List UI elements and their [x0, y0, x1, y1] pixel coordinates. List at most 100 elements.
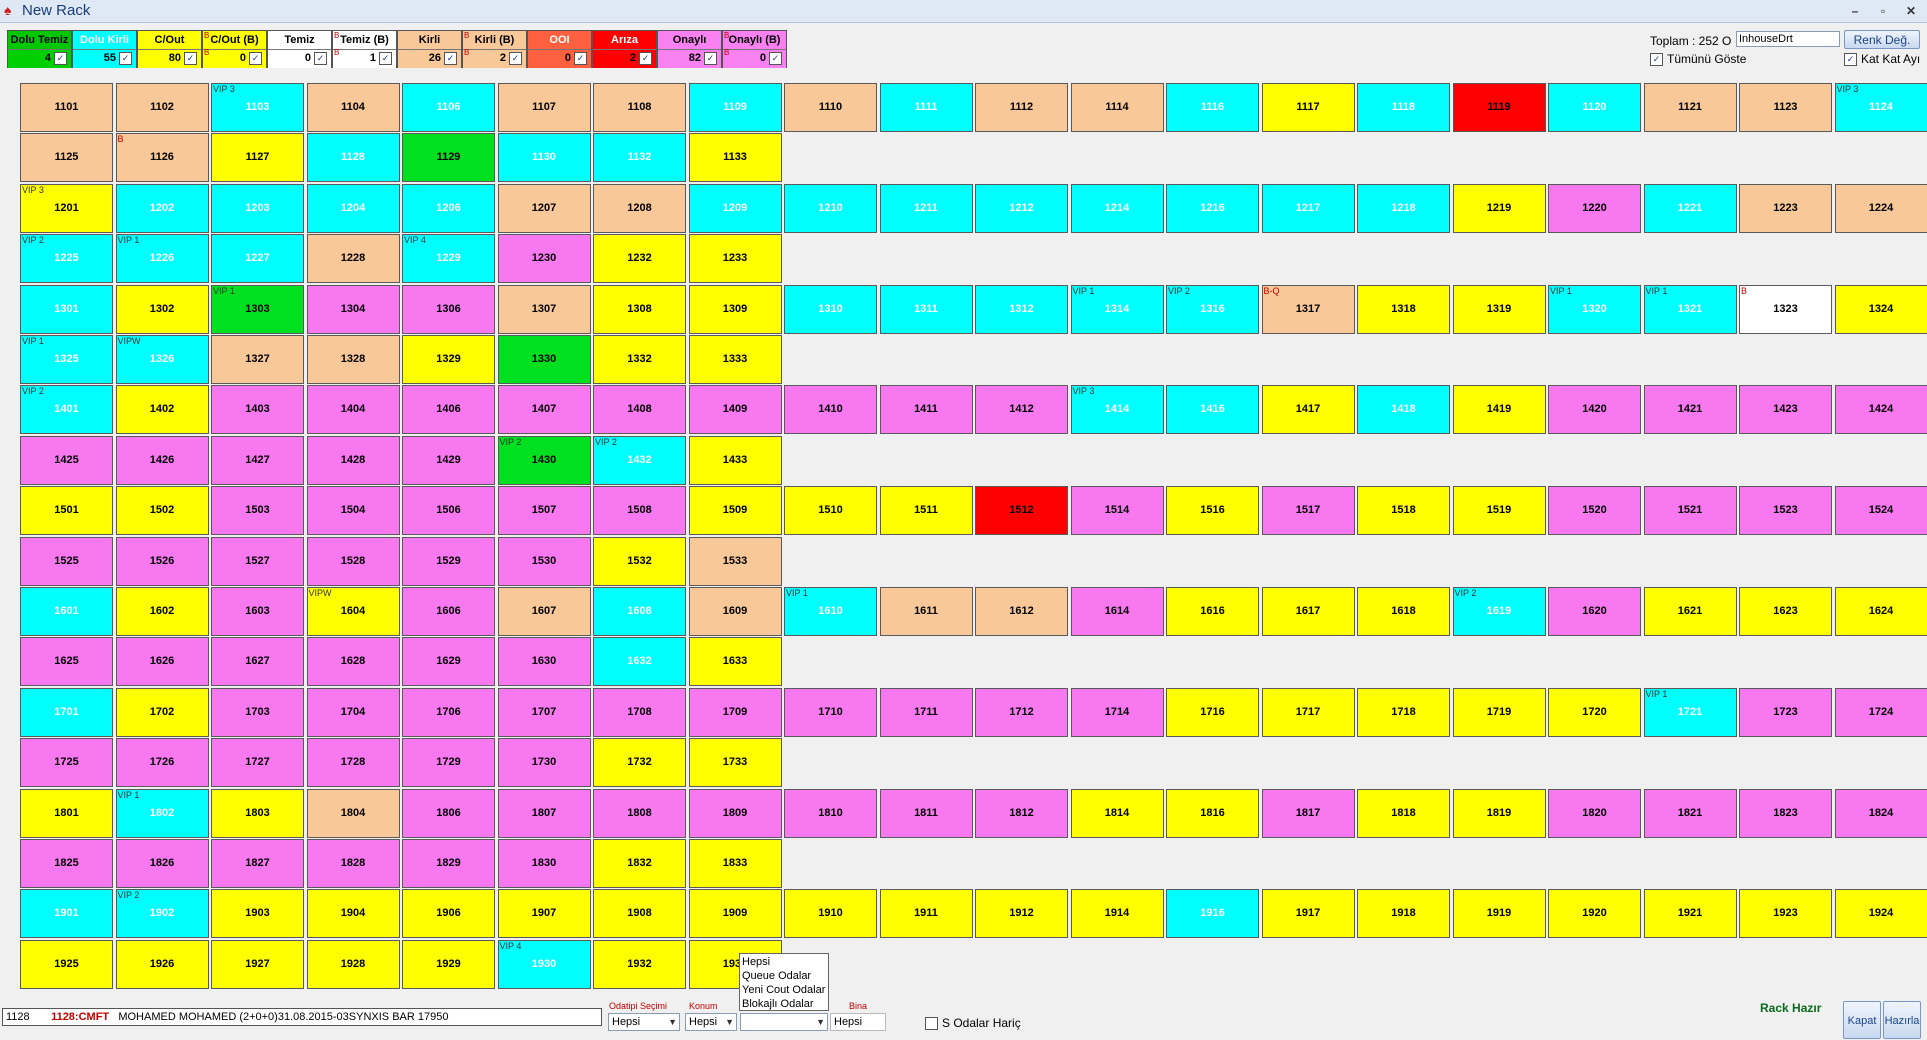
room-cell[interactable]: 1927: [211, 939, 304, 989]
room-cell[interactable]: 1319: [1452, 284, 1546, 334]
room-cell[interactable]: 1520: [1548, 486, 1641, 536]
room-cell[interactable]: 1524: [1834, 486, 1927, 536]
room-cell[interactable]: 1926: [115, 939, 209, 989]
room-cell[interactable]: 1226 VIP 1: [115, 234, 209, 284]
room-cell[interactable]: 1326 VIPW: [115, 335, 209, 384]
room-cell[interactable]: 1623: [1739, 587, 1832, 636]
room-cell[interactable]: 1611: [879, 587, 973, 636]
room-cell[interactable]: 1523: [1739, 486, 1832, 536]
room-cell[interactable]: 1312: [975, 284, 1068, 334]
room-cell[interactable]: 1421: [1643, 385, 1737, 435]
room-cell[interactable]: 1923: [1739, 889, 1832, 939]
status-filter-cell[interactable]: OOI 0 ✓: [527, 30, 592, 68]
room-cell[interactable]: 1526: [115, 536, 209, 586]
room-cell[interactable]: 1102: [115, 83, 209, 132]
floor-by-floor-checkbox[interactable]: ✓ Kat Kat Ayı: [1844, 52, 1920, 66]
room-cell[interactable]: 1232: [593, 234, 686, 284]
room-cell[interactable]: 1732: [593, 738, 686, 788]
room-cell[interactable]: 1221: [1643, 183, 1737, 233]
room-cell[interactable]: 1414 VIP 3: [1070, 385, 1164, 435]
room-cell[interactable]: 1518: [1357, 486, 1450, 536]
room-cell[interactable]: 1727: [211, 738, 304, 788]
room-cell[interactable]: 1432 VIP 2: [593, 435, 686, 485]
room-cell[interactable]: 1604 VIPW: [306, 587, 400, 636]
room-cell[interactable]: 1725: [20, 738, 113, 788]
room-cell[interactable]: 1718: [1357, 687, 1450, 737]
room-cell[interactable]: 1329: [402, 335, 495, 384]
room-cell[interactable]: 1525: [20, 536, 113, 586]
room-cell[interactable]: 1603: [211, 587, 304, 636]
status-filter-cell[interactable]: Dolu Kirli 55 ✓: [72, 30, 137, 68]
room-cell[interactable]: 1128: [306, 133, 400, 183]
room-cell[interactable]: 1628: [306, 637, 400, 687]
room-cell[interactable]: 1216: [1166, 183, 1259, 233]
room-cell[interactable]: 1126 B: [115, 133, 209, 183]
room-cell[interactable]: 1233: [688, 234, 782, 284]
room-cell[interactable]: 1129: [402, 133, 495, 183]
room-cell[interactable]: 1620: [1548, 587, 1641, 636]
room-cell[interactable]: 1501: [20, 486, 113, 536]
room-cell[interactable]: 1801: [20, 788, 113, 838]
room-cell[interactable]: 1714: [1070, 687, 1164, 737]
room-cell[interactable]: 1321 VIP 1: [1643, 284, 1737, 334]
status-filter-checkbox[interactable]: ✓: [379, 52, 392, 65]
status-filter-cell[interactable]: Temiz 0 ✓: [267, 30, 332, 68]
room-cell[interactable]: 1911: [879, 889, 973, 939]
room-cell[interactable]: 1729: [402, 738, 495, 788]
room-cell[interactable]: 1606: [402, 587, 495, 636]
room-cell[interactable]: 1111: [879, 83, 973, 132]
room-cell[interactable]: 1227: [211, 234, 304, 284]
room-cell[interactable]: 1821: [1643, 788, 1737, 838]
room-cell[interactable]: 1117: [1261, 83, 1355, 132]
room-cell[interactable]: 1332: [593, 335, 686, 384]
dropdown-option[interactable]: Hepsi: [742, 955, 826, 969]
room-cell[interactable]: 1416: [1166, 385, 1259, 435]
room-cell[interactable]: 1633: [688, 637, 782, 687]
room-cell[interactable]: 1809: [688, 788, 782, 838]
room-cell[interactable]: 1632: [593, 637, 686, 687]
dropdown-option[interactable]: Yeni Cout Odalar: [742, 983, 826, 997]
room-cell[interactable]: 1820: [1548, 788, 1641, 838]
room-cell[interactable]: 1830: [497, 839, 591, 888]
room-cell[interactable]: 1701: [20, 687, 113, 737]
room-cell[interactable]: 1706: [402, 687, 495, 737]
close-button[interactable]: Kapat: [1843, 1001, 1881, 1039]
room-cell[interactable]: 1904: [306, 889, 400, 939]
status-filter-checkbox[interactable]: ✓: [574, 52, 587, 65]
room-cell[interactable]: 1133: [688, 133, 782, 183]
room-cell[interactable]: 1826: [115, 839, 209, 888]
room-cell[interactable]: 1720: [1548, 687, 1641, 737]
status-filter-checkbox[interactable]: ✓: [639, 52, 652, 65]
room-cell[interactable]: 1330: [497, 335, 591, 384]
room-cell[interactable]: 1602: [115, 587, 209, 636]
room-cell[interactable]: 1230: [497, 234, 591, 284]
room-filter-select[interactable]: ▼: [740, 1013, 828, 1031]
room-cell[interactable]: 1119: [1452, 83, 1546, 132]
room-cell[interactable]: 1709: [688, 687, 782, 737]
room-cell[interactable]: 1514: [1070, 486, 1164, 536]
room-cell[interactable]: 1107: [497, 83, 591, 132]
room-cell[interactable]: 1225 VIP 2: [20, 234, 113, 284]
room-cell[interactable]: 1328: [306, 335, 400, 384]
room-cell[interactable]: 1828: [306, 839, 400, 888]
status-filter-checkbox[interactable]: ✓: [444, 52, 457, 65]
status-filter-checkbox[interactable]: ✓: [119, 52, 132, 65]
room-cell[interactable]: 1504: [306, 486, 400, 536]
room-cell[interactable]: 1901: [20, 889, 113, 939]
room-cell[interactable]: 1403: [211, 385, 304, 435]
minimize-button[interactable]: –: [1844, 2, 1866, 20]
room-cell[interactable]: 1109: [688, 83, 782, 132]
room-cell[interactable]: 1429: [402, 435, 495, 485]
room-cell[interactable]: 1325 VIP 1: [20, 335, 113, 384]
room-cell[interactable]: 1903: [211, 889, 304, 939]
inhouse-search-input[interactable]: InhouseDrt: [1736, 31, 1840, 47]
checkbox-icon[interactable]: ✓: [1844, 52, 1857, 66]
room-cell[interactable]: 1617: [1261, 587, 1355, 636]
room-cell[interactable]: 1420: [1548, 385, 1641, 435]
room-cell[interactable]: 1209: [688, 183, 782, 233]
room-cell[interactable]: 1925: [20, 939, 113, 989]
room-cell[interactable]: 1307: [497, 284, 591, 334]
room-cell[interactable]: 1201 VIP 3: [20, 183, 113, 233]
room-cell[interactable]: 1829: [402, 839, 495, 888]
room-cell[interactable]: 1521: [1643, 486, 1737, 536]
